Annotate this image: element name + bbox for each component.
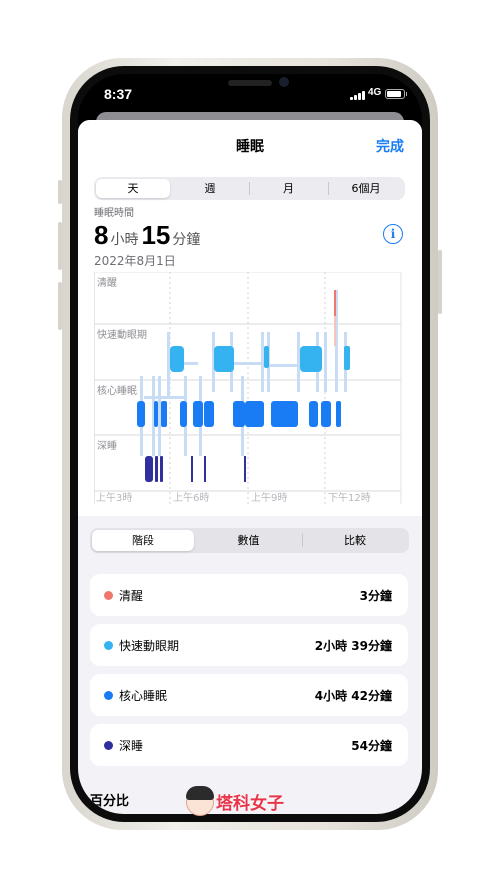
deep-segment — [145, 456, 153, 482]
tab-month[interactable]: 月 — [250, 179, 327, 198]
sleep-stage-chart: 清醒 快速動眼期 核心睡眠 深睡 上午3時 上午6時 上午9時 下午12時 — [94, 272, 402, 504]
x-tick-label: 上午9時 — [251, 491, 287, 504]
percentage-section-title: 百分比 — [90, 794, 130, 809]
core-segment — [309, 401, 318, 427]
stage-duration: 2小時 39分鐘 — [314, 639, 392, 653]
battery-icon — [385, 89, 407, 99]
tab-week[interactable]: 週 — [172, 179, 248, 198]
core-segment — [233, 401, 245, 427]
minutes-value: 15 — [141, 220, 171, 250]
page-title: 睡眠 — [236, 139, 264, 155]
stage-row-awake[interactable]: 清醒 3分鐘 — [90, 574, 408, 616]
side-button — [438, 250, 442, 314]
hours-unit: 小時 — [110, 232, 139, 248]
front-camera — [279, 77, 289, 87]
core-segment — [137, 401, 145, 427]
core-segment — [193, 401, 203, 427]
stage-row-core[interactable]: 核心睡眠 4小時 42分鐘 — [90, 674, 408, 716]
minutes-unit: 分鐘 — [172, 232, 201, 248]
rem-segment — [344, 346, 350, 370]
rem-segment — [300, 346, 322, 372]
connector — [158, 376, 161, 456]
volume-up-button — [58, 222, 62, 270]
view-segmented-control: 階段 數值 比較 — [90, 528, 409, 553]
stage-label-awake: 清醒 — [97, 276, 117, 289]
core-segment — [271, 401, 298, 427]
signal-icon — [350, 90, 368, 100]
awake-dot-icon — [104, 591, 113, 600]
sleep-time-label: 睡眠時間 — [94, 208, 134, 219]
screen: 8:37 4G 睡眠 完成 天 週 月 6個月 睡眠時間 8小時15分鐘 — [78, 74, 422, 814]
x-tick-label: 下午12時 — [328, 491, 371, 504]
tab-stages[interactable]: 階段 — [92, 530, 194, 551]
x-tick-label: 上午6時 — [173, 491, 209, 504]
stage-duration: 4小時 42分鐘 — [314, 689, 392, 703]
rem-dot-icon — [104, 641, 113, 650]
deep-segment — [160, 456, 163, 482]
core-segment — [154, 401, 158, 427]
deep-segment — [244, 456, 246, 482]
core-segment — [336, 401, 341, 427]
deep-segment — [204, 456, 206, 482]
core-segment — [180, 401, 187, 427]
stage-row-deep[interactable]: 深睡 54分鐘 — [90, 724, 408, 766]
deep-segment — [191, 456, 193, 482]
connector — [144, 396, 184, 399]
stage-duration: 3分鐘 — [359, 589, 392, 603]
stage-name: 深睡 — [119, 739, 144, 753]
stage-duration: 54分鐘 — [351, 739, 392, 753]
volume-down-button — [58, 282, 62, 330]
watermark-text: 塔科女子 — [216, 794, 284, 814]
tab-values[interactable]: 數值 — [196, 530, 301, 551]
watermark-hair — [186, 786, 214, 800]
tab-six-months[interactable]: 6個月 — [329, 179, 403, 198]
tab-compare[interactable]: 比較 — [303, 530, 407, 551]
deep-dot-icon — [104, 741, 113, 750]
earpiece-speaker — [228, 80, 272, 86]
stage-label-core: 核心睡眠 — [97, 384, 137, 397]
stage-label-rem: 快速動眼期 — [97, 328, 147, 341]
done-button[interactable]: 完成 — [376, 136, 404, 156]
stage-name: 核心睡眠 — [119, 689, 168, 703]
stage-label-deep: 深睡 — [97, 439, 117, 452]
core-segment — [204, 401, 214, 427]
range-segmented-control: 天 週 月 6個月 — [94, 177, 405, 200]
deep-segment — [155, 456, 158, 482]
chart-panel: 睡眠 完成 天 週 月 6個月 睡眠時間 8 小時 15 分鐘 2022年8月1日 i — [78, 120, 422, 516]
hours-value: 8 — [94, 220, 109, 250]
stage-name: 快速動眼期 — [119, 639, 180, 653]
rem-segment — [264, 346, 269, 368]
core-segment — [245, 401, 264, 427]
tab-day[interactable]: 天 — [96, 179, 170, 198]
stage-name: 清醒 — [119, 589, 144, 603]
connector — [297, 332, 300, 392]
x-tick-label: 上午3時 — [96, 491, 132, 504]
core-dot-icon — [104, 691, 113, 700]
silent-switch — [58, 180, 62, 204]
info-icon[interactable]: i — [383, 224, 403, 244]
sleep-duration: 8 小時 15 分鐘 — [94, 220, 203, 251]
sleep-sheet: 睡眠 完成 天 週 月 6個月 睡眠時間 8 小時 15 分鐘 2022年8月1日 i — [78, 120, 422, 814]
awake-segment — [334, 290, 336, 316]
network-type: 4G — [368, 87, 382, 98]
stage-row-rem[interactable]: 快速動眼期 2小時 39分鐘 — [90, 624, 408, 666]
rem-segment — [214, 346, 234, 372]
core-segment — [321, 401, 331, 427]
core-segment — [161, 401, 167, 427]
awake-transition — [334, 316, 336, 346]
connector — [167, 332, 170, 398]
status-time: 8:37 — [104, 86, 133, 102]
sleep-date: 2022年8月1日 — [94, 254, 176, 268]
connector — [324, 332, 327, 392]
rem-segment — [170, 346, 184, 372]
